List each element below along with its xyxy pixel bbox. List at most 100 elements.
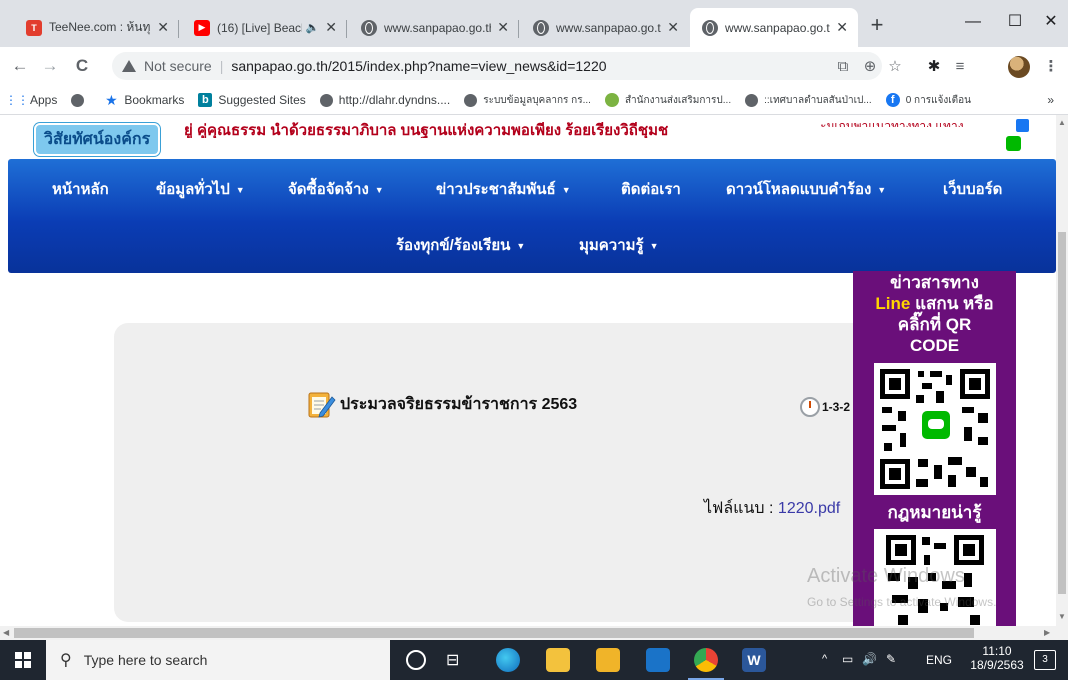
not-secure-label[interactable]: Not secure [144,58,212,74]
chevron-down-icon: ▼ [516,241,526,252]
tab-close-icon[interactable]: ✕ [325,19,337,36]
cortana-icon[interactable] [406,650,426,670]
speaker-icon[interactable]: 🔈 [306,21,320,34]
translate-icon[interactable]: ⧉ [832,56,854,78]
volume-icon[interactable]: 🔊 [862,652,877,666]
news-date-text: 1-3-2 [822,400,851,414]
nav-label: ข่าวประชาสัมพันธ์ [436,181,556,198]
scroll-left-arrow-icon[interactable]: ◀ [3,628,9,637]
not-secure-warning-icon[interactable] [122,60,136,72]
activate-windows-watermark: Activate Windows [807,565,965,587]
bookmark-star-icon[interactable]: ☆ [884,56,906,78]
facebook-icon[interactable] [1016,119,1029,132]
tab-title: TeeNee.com : ห้นทุกเ [49,20,152,34]
edge-icon[interactable] [496,648,520,672]
attachment-pdf-link[interactable]: 1220.pdf [778,500,840,517]
tab-sanpapao-1[interactable]: www.sanpapao.go.th ✕ [349,8,519,47]
network-icon[interactable]: ▭ [842,652,853,666]
taskbar-search-box[interactable]: ⚲ Type here to search [46,640,390,680]
bookmark-label: Bookmarks [124,93,185,107]
tab-separator [518,20,519,38]
bookmark-bookmarks[interactable]: ★ Bookmarks [104,92,185,108]
nav-procurement[interactable]: จัดซื้อจัดจ้าง ▼ [288,177,384,201]
forward-button[interactable]: → [38,54,62,78]
nav-label: ร้องทุกข์/ร้องเรียน [396,237,511,254]
pen-icon[interactable]: ✎ [886,652,896,666]
zoom-icon[interactable]: ⊕ [859,56,881,78]
minimize-button[interactable]: — [958,10,988,34]
news-date: 1-3-2 [800,397,850,417]
scroll-up-arrow-icon[interactable]: ▲ [1058,118,1066,127]
nav-label: เว็บบอร์ด [943,181,1003,198]
file-explorer-icon[interactable] [546,648,570,672]
language-indicator[interactable]: ENG [926,653,952,667]
nav-label: มุมความรู้ [579,237,644,254]
windows-taskbar: ⚲ Type here to search ⊟ W ^ ▭ 🔊 ✎ ENG 11… [0,640,1068,680]
bookmark-label: ::เทศบาลตำบลสันป่าเป... [764,94,872,106]
mail-icon[interactable] [646,648,670,672]
reload-button[interactable]: C [70,54,94,78]
nav-download-forms[interactable]: ดาวน์โหลดแบบคำร้อง ▼ [726,177,886,201]
task-view-icon[interactable]: ⊟ [446,650,459,670]
bookmark-suggested-sites[interactable]: b Suggested Sites [198,93,306,107]
tab-close-icon[interactable]: ✕ [836,19,848,36]
attachment-label: ไฟล์แนบ : [704,500,778,517]
search-icon: ⚲ [60,652,72,669]
maximize-button[interactable]: ☐ [1000,10,1030,34]
windows-logo-icon [15,652,31,668]
bookmark-apps[interactable]: ⋮⋮ Apps [5,93,57,107]
clock[interactable]: 11:10 18/9/2563 [970,644,1024,672]
nav-general-info[interactable]: ข้อมูลทั่วไป ▼ [156,177,245,201]
nav-webboard[interactable]: เว็บบอร์ด [943,177,1002,201]
tab-close-icon[interactable]: ✕ [497,19,509,36]
tab-sanpapao-2[interactable]: www.sanpapao.go.th ✕ [521,8,689,47]
reading-list-icon[interactable]: ≡ [949,56,971,78]
sidepanel-line-3: คลิ๊กที่ QR [897,315,972,334]
globe-icon [464,93,478,107]
notifications-icon[interactable]: 3 [1034,650,1056,670]
line-qr-code[interactable] [874,363,996,495]
extensions-icon[interactable]: ✱ [923,56,945,78]
bookmark-globe[interactable] [71,93,90,107]
vertical-scroll-thumb[interactable] [1058,232,1066,594]
chrome-icon[interactable] [694,648,718,672]
word-icon[interactable]: W [742,648,766,672]
nav-complaints[interactable]: ร้องทุกข์/ร้องเรียน ▼ [396,233,525,257]
scroll-right-arrow-icon[interactable]: ▶ [1044,628,1050,637]
bookmark-facebook-notifications[interactable]: f 0 การแจ้งเตือน [885,93,971,108]
bookmark-dlahr[interactable]: http://dlahr.dyndns.... [319,93,451,107]
chevron-down-icon: ▼ [877,185,887,196]
nav-home[interactable]: หน้าหลัก [52,177,109,201]
nav-public-relations[interactable]: ข่าวประชาสัมพันธ์ ▼ [436,177,571,201]
horizontal-scroll-thumb[interactable] [14,628,974,638]
bookmarks-overflow-button[interactable]: » [1047,93,1054,107]
nav-contact[interactable]: ติดต่อเรา [621,177,681,201]
vision-badge: วิสัยทัศน์องค์กร [34,123,161,156]
new-tab-button[interactable]: + [865,14,889,38]
profile-avatar[interactable] [1008,56,1030,78]
tab-sanpapao-active[interactable]: www.sanpapao.go.th ✕ [690,8,858,47]
bookmark-promotion-office[interactable]: สำนักงานส่งเสริมการป... [604,93,731,108]
scroll-down-arrow-icon[interactable]: ▼ [1058,612,1066,621]
line-icon[interactable] [1006,136,1021,151]
tab-youtube-live[interactable]: ▶ (16) [Live] Beach 🔈 ✕ [182,8,347,47]
globe-icon [71,93,85,107]
store-icon[interactable] [596,648,620,672]
qr-code-icon [878,367,992,491]
bookmark-municipality[interactable]: ::เทศบาลตำบลสันป่าเป... [745,93,872,108]
start-button[interactable] [0,640,46,680]
show-hidden-icons-icon[interactable]: ^ [822,653,827,665]
tab-close-icon[interactable]: ✕ [667,19,679,36]
nav-label: ติดต่อเรา [621,181,681,198]
tab-teenee[interactable]: T TeeNee.com : ห้นทุกเ ✕ [14,8,179,47]
nav-knowledge-corner[interactable]: มุมความรู้ ▼ [579,233,659,257]
nav-label: จัดซื้อจัดจ้าง [288,181,369,198]
tab-close-icon[interactable]: ✕ [157,19,169,36]
url-text[interactable]: sanpapao.go.th/2015/index.php?name=view_… [231,58,606,74]
menu-kebab-icon[interactable]: ⋮ [1040,56,1062,78]
bookmark-personnel[interactable]: ระบบข้อมูลบุคลากร กร... [464,93,591,108]
bookmark-label: http://dlahr.dyndns.... [338,93,451,107]
address-bar[interactable]: Not secure | sanpapao.go.th/2015/index.p… [112,52,882,80]
back-button[interactable]: ← [8,54,32,78]
close-window-button[interactable]: ✕ [1036,10,1066,34]
